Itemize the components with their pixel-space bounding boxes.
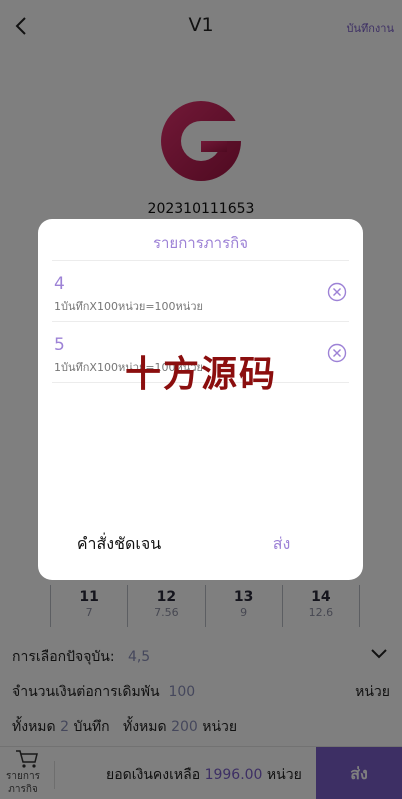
task-item: 4 1บันทึกX100หน่วย=100หน่วย [52, 261, 349, 322]
modal-title: รายการภารกิจ [152, 234, 249, 252]
clear-button[interactable]: คำสั่งชัดเจน [38, 532, 200, 557]
task-list-modal: รายการภารกิจ 4 1บันทึกX100หน่วย=100หน่วย… [38, 219, 363, 580]
send-button[interactable]: ส่ง [200, 532, 363, 557]
close-circle-icon [327, 282, 347, 302]
task-number: 4 [54, 274, 65, 294]
remove-button[interactable] [327, 282, 347, 302]
task-description: 1บันทึกX100หน่วย=100หน่วย [54, 300, 203, 313]
watermark-text: 十方源码 [124, 353, 277, 395]
